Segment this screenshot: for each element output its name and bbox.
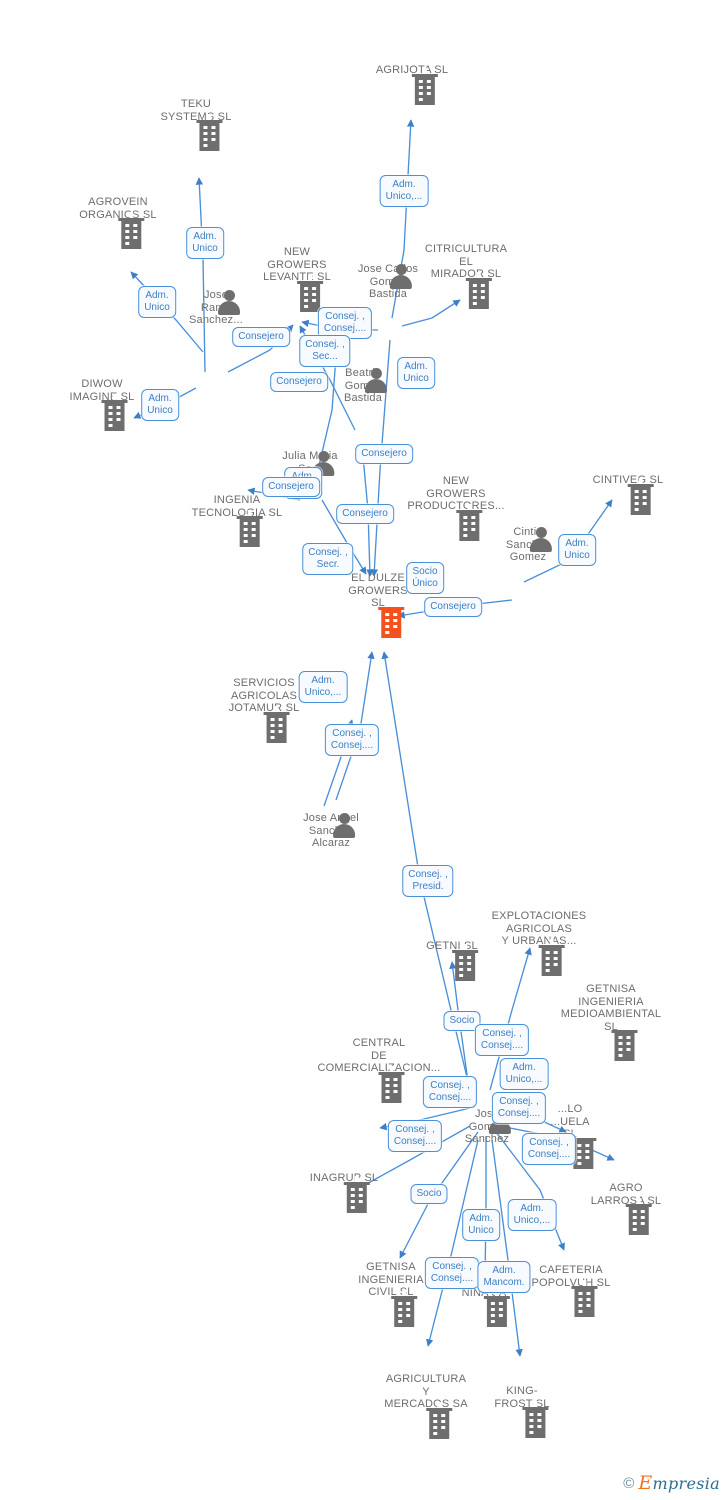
node-cafeteria[interactable]: CAFETERIA POPOLVUH SL — [531, 1264, 610, 1318]
relation-badge-b26[interactable]: Consej. , Consej.... — [387, 1120, 443, 1152]
relation-badge-b23[interactable]: Adm. Unico,... — [499, 1058, 549, 1090]
brand-initial: E — [638, 1472, 653, 1494]
node-cintiveg[interactable]: CINTIVEG SL — [593, 474, 664, 515]
relation-badge-b32[interactable]: Adm. Mancom. — [477, 1261, 531, 1293]
relation-badge-b15[interactable]: Consej. , Secr. — [302, 543, 354, 575]
brand-name: Empresia — [638, 1472, 720, 1494]
node-explotaciones[interactable]: EXPLOTACIONES AGRICOLAS Y URBANAS... — [491, 910, 587, 976]
relation-badge-b22[interactable]: Consej. , Consej.... — [474, 1024, 530, 1056]
relation-badge-b02[interactable]: Adm. Unico — [186, 227, 224, 259]
node-teku[interactable]: TEKU SYSTEMS SL — [160, 98, 231, 152]
node-el_dulze[interactable]: EL DULZE GROWERS SL — [348, 572, 408, 638]
node-servicios_jot[interactable]: SERVICIOS AGRICOLAS JOTAMUR SL — [228, 677, 300, 743]
relation-badge-b30[interactable]: Adm. Unico,... — [507, 1199, 557, 1231]
node-label-newgrowers_lev: NEW GROWERS LEVANTE SL — [263, 246, 331, 284]
brand-remainder: mpresia — [652, 1474, 720, 1493]
node-beatriz[interactable]: Beatriz Gomez Bastida — [344, 367, 387, 405]
relation-badge-b20[interactable]: Consej. , Presid. — [402, 865, 454, 897]
relation-badge-b18[interactable]: Adm. Unico,... — [298, 671, 348, 703]
relation-badge-b25[interactable]: Consej. , Consej.... — [491, 1092, 547, 1124]
node-jose_angel[interactable]: Jose Angel Sanchez Alcaraz — [303, 812, 359, 850]
node-jose_carlos[interactable]: Jose Carlos Gomez Bastida — [358, 263, 418, 301]
node-getnisa_civ[interactable]: GETNISA INGENIERIA CIVIL SL — [358, 1261, 424, 1327]
relation-badge-b09[interactable]: Consejero — [270, 372, 328, 392]
relation-badge-b14[interactable]: Adm. Unico — [558, 534, 596, 566]
relation-badge-b12[interactable]: Consejero — [262, 477, 320, 497]
relation-badge-b28[interactable]: Socio — [410, 1184, 448, 1204]
node-label-getnisa_civ: GETNISA INGENIERIA CIVIL SL — [358, 1261, 424, 1299]
relation-badge-b31[interactable]: Consej. , Consej.... — [424, 1257, 480, 1289]
relation-badge-b01[interactable]: Adm. Unico,... — [379, 175, 429, 207]
edge-jose_gomez-to-casa_nina — [481, 1136, 489, 1279]
edge-jose_ramo-to-teku — [195, 177, 206, 373]
node-ingenia[interactable]: INGENIA TECNOLOGIA SL — [192, 494, 283, 548]
relation-badge-b10[interactable]: Consejero — [355, 444, 413, 464]
node-label-newgrowers_pro: NEW GROWERS PRODUCTORES... — [407, 475, 505, 513]
node-newgrowers_lev[interactable]: NEW GROWERS LEVANTE SL — [263, 246, 331, 312]
node-label-citricultura: CITRICULTURA EL MIRADOR SL — [424, 243, 508, 281]
node-diwow[interactable]: DIWOW IMAGINE SL — [70, 378, 135, 432]
relation-badge-b08[interactable]: Adm. Unico — [141, 389, 179, 421]
relation-badge-b29[interactable]: Adm. Unico — [462, 1209, 500, 1241]
relation-badge-b27[interactable]: Consej. , Consej.... — [521, 1133, 577, 1165]
relation-badge-b05[interactable]: Consejero — [232, 327, 290, 347]
node-agricultura[interactable]: AGRICULTURA Y MERCADOS SA — [384, 1373, 468, 1439]
relation-badge-b24[interactable]: Consej. , Consej.... — [422, 1076, 478, 1108]
node-label-el_dulze: EL DULZE GROWERS SL — [348, 572, 408, 610]
node-central_com[interactable]: CENTRAL DE COMERCIALIZACION... — [317, 1037, 441, 1103]
relation-badge-b16[interactable]: Socio Único — [406, 562, 444, 594]
node-jose_ramo[interactable]: Jose Ramo Sanchez... — [189, 289, 243, 327]
edge-jose_gomez-to-agricultura — [426, 1139, 479, 1347]
relation-badge-b07[interactable]: Adm. Unico — [397, 357, 435, 389]
node-label-agricultura: AGRICULTURA Y MERCADOS SA — [384, 1373, 468, 1411]
node-cintia[interactable]: Cintia Sanchez Gomez — [506, 526, 552, 564]
node-agrijota[interactable]: AGRIJOTA SL — [376, 64, 448, 105]
relation-badge-b13[interactable]: Consejero — [336, 504, 394, 524]
node-label-central_com: CENTRAL DE COMERCIALIZACION... — [317, 1037, 441, 1075]
relation-badge-b06[interactable]: Consej. , Sec... — [299, 335, 351, 367]
node-getnisa_med[interactable]: GETNISA INGENIERIA MEDIOAMBIENTAL SL — [553, 983, 670, 1062]
node-getni[interactable]: GETNI SL — [426, 940, 478, 981]
relation-badge-b19[interactable]: Consej. , Consej.... — [324, 724, 380, 756]
node-citricultura[interactable]: CITRICULTURA EL MIRADOR SL — [424, 243, 508, 309]
node-newgrowers_pro[interactable]: NEW GROWERS PRODUCTORES... — [407, 475, 505, 541]
network-diagram-canvas[interactable]: AGRIJOTA SL TEKU SYSTEMS SL AGROVEIN ORGAN… — [0, 0, 728, 1500]
node-label-getnisa_med: GETNISA INGENIERIA MEDIOAMBIENTAL SL — [560, 983, 662, 1033]
node-agrovein[interactable]: AGROVEIN ORGANICS SL — [79, 196, 156, 250]
node-label-explotaciones: EXPLOTACIONES AGRICOLAS Y URBANAS... — [491, 910, 587, 948]
relation-badge-b03[interactable]: Adm. Unico — [138, 286, 176, 318]
empresia-watermark: © Empresia — [623, 1472, 720, 1494]
relation-badge-b17[interactable]: Consejero — [424, 597, 482, 617]
copyright-symbol: © — [623, 1474, 635, 1492]
node-inagrup[interactable]: INAGRUP SL — [310, 1172, 378, 1213]
edge-jose_carlos-to-citricultura — [401, 299, 461, 327]
node-label-servicios_jot: SERVICIOS AGRICOLAS JOTAMUR SL — [228, 677, 300, 715]
node-agro_larrosa[interactable]: AGRO LARROSA SL — [591, 1182, 661, 1236]
node-kingfrost[interactable]: KING- FROST SL — [494, 1385, 549, 1439]
